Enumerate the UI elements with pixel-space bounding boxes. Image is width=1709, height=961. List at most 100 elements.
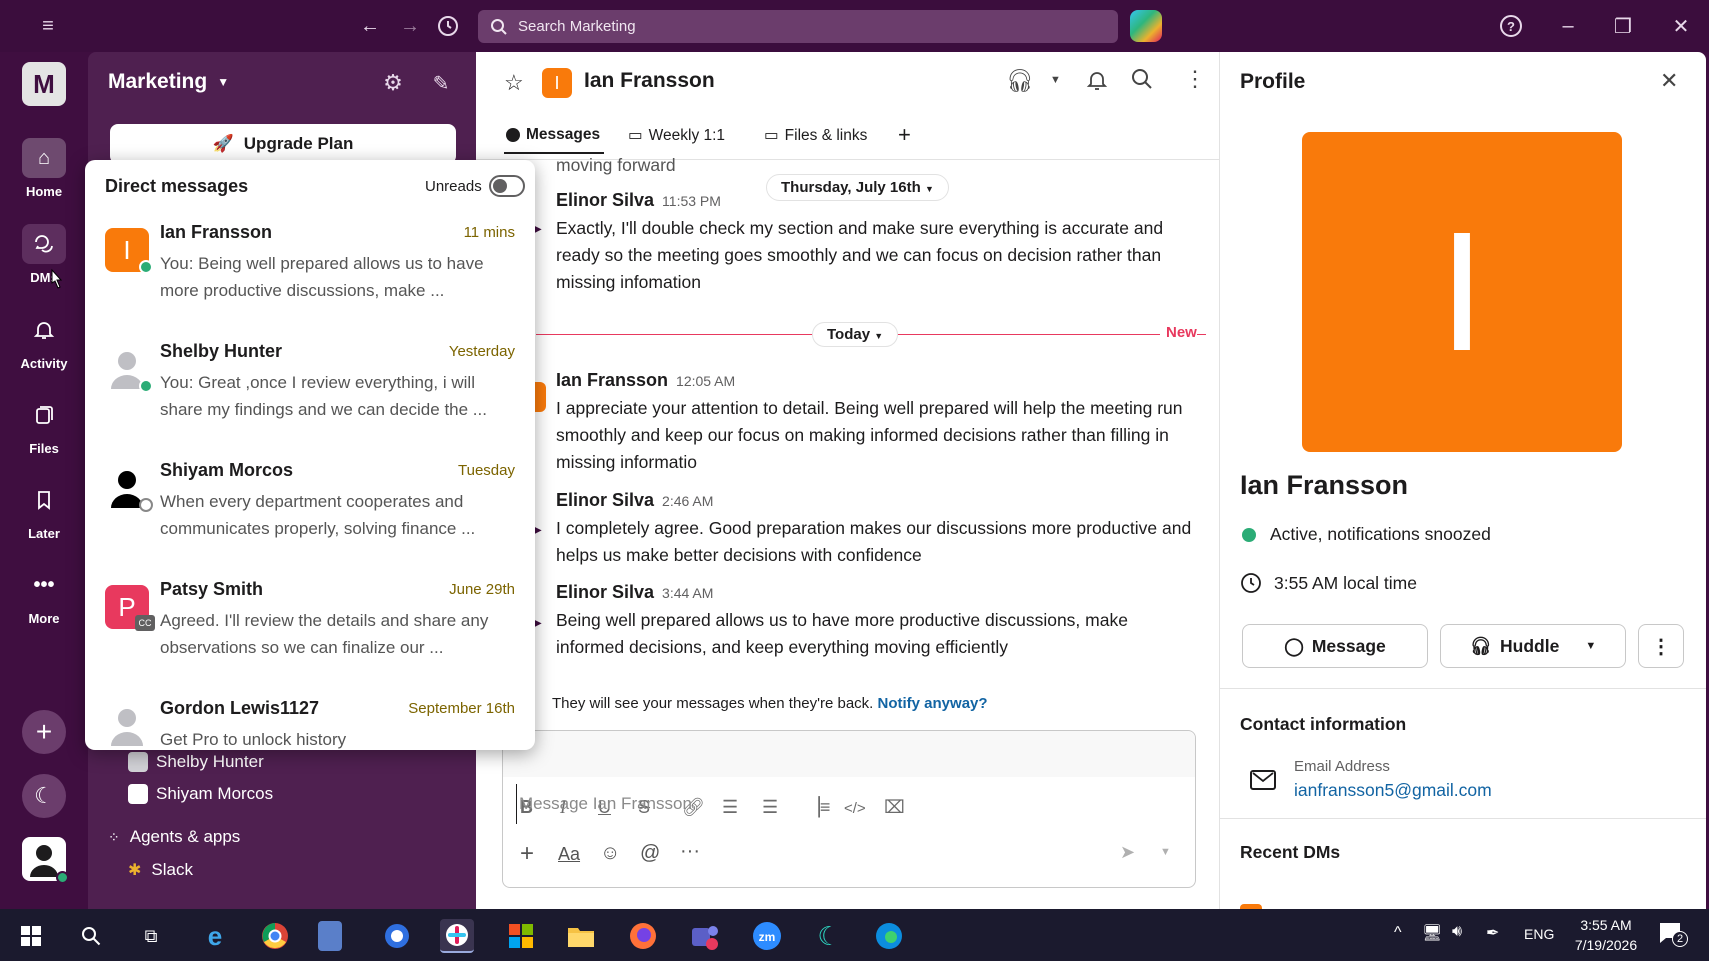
notification-center-icon[interactable]: 2 <box>1658 921 1688 947</box>
workspace-icon[interactable]: M <box>22 62 66 106</box>
dm-list-item[interactable]: I Ian Fransson 11 mins You: Being well p… <box>85 214 535 332</box>
app-icon[interactable]: ☾ <box>812 919 846 953</box>
notification-bell-icon[interactable] <box>1086 68 1108 97</box>
tab-weekly-1on1[interactable]: ▭ Weekly 1:1 <box>628 126 725 145</box>
dm-list-item[interactable]: P CC Patsy Smith June 29th Agreed. I'll … <box>85 571 535 689</box>
search-input[interactable]: Search Marketing <box>478 10 1118 43</box>
tray-chevron-up-icon[interactable]: ^ <box>1394 924 1402 942</box>
dm-list-item[interactable]: Gordon Lewis1127 September 16th Get Pro … <box>85 690 535 750</box>
edge-icon[interactable] <box>872 919 906 953</box>
rail-files[interactable]: Files <box>0 395 88 456</box>
text-format-icon[interactable]: Aa <box>558 844 580 865</box>
kebab-menu-icon[interactable]: ⋮ <box>1184 66 1206 92</box>
clock-icon <box>1241 573 1261 593</box>
task-view-icon[interactable]: ⧉ <box>134 919 168 953</box>
chevron-down-icon[interactable]: ▼ <box>1050 74 1061 86</box>
rail-dms[interactable]: DMs <box>0 224 88 285</box>
file-explorer-icon[interactable] <box>564 919 598 953</box>
notepad-icon[interactable] <box>318 921 342 951</box>
profile-status: Active, notifications snoozed <box>1242 524 1491 545</box>
close-window-icon[interactable]: ✕ <box>1667 12 1695 40</box>
rail-later[interactable]: Later <box>0 480 88 541</box>
user-avatar[interactable] <box>22 837 69 884</box>
mention-icon[interactable]: @ <box>640 842 660 865</box>
emoji-icon[interactable]: ☺ <box>600 842 620 865</box>
internet-explorer-icon[interactable]: e <box>198 919 232 953</box>
status-active-icon <box>1242 527 1256 542</box>
popover-title: Direct messages <box>105 176 249 196</box>
home-icon: ⌂ <box>22 138 66 178</box>
minimize-icon[interactable]: – <box>1554 12 1582 40</box>
add-workspace-icon[interactable]: + <box>22 710 66 754</box>
headphones-icon[interactable]: 🎧︎ <box>1006 68 1034 94</box>
clock[interactable]: 3:55 AM 7/19/2026 <box>1568 915 1644 955</box>
restore-icon[interactable]: ❐ <box>1609 12 1637 40</box>
pen-icon[interactable]: ✒ <box>1486 923 1499 943</box>
moon-icon[interactable]: ☾ <box>22 774 66 818</box>
chrome-icon[interactable] <box>258 919 292 953</box>
zoom-icon[interactable]: zm <box>750 919 784 953</box>
email-link[interactable]: ianfransson5@gmail.com <box>1294 780 1492 801</box>
browser-icon[interactable] <box>380 919 414 953</box>
ai-assistant-icon[interactable] <box>1130 10 1162 42</box>
rail-home[interactable]: ⌂ Home <box>0 138 88 199</box>
chevron-down-icon[interactable]: ▼ <box>1160 846 1171 858</box>
sidebar-dm-shelby[interactable]: Shelby Hunter <box>128 752 264 772</box>
slack-logo-icon: ✱ <box>128 862 142 879</box>
menu-icon[interactable]: ≡ <box>34 14 62 38</box>
firefox-icon[interactable] <box>626 919 660 953</box>
forward-arrow-icon[interactable]: → <box>396 12 424 40</box>
messages-icon <box>506 128 520 142</box>
chevron-down-icon: ▼ <box>874 331 884 341</box>
unreads-toggle[interactable] <box>489 175 525 197</box>
volume-icon[interactable]: 🔊︎ <box>1452 923 1462 941</box>
back-arrow-icon[interactable]: ← <box>356 12 384 40</box>
channel-title[interactable]: Ian Fransson <box>584 69 715 93</box>
windows-start-icon[interactable] <box>14 919 48 953</box>
search-icon[interactable] <box>74 919 108 953</box>
more-actions-icon[interactable]: ··· <box>680 840 700 863</box>
huddle-button[interactable]: 🎧︎ Huddle ▼ <box>1440 624 1626 668</box>
upgrade-plan-button[interactable]: 🚀 Upgrade Plan <box>110 124 456 164</box>
network-icon[interactable]: 🖥︎ <box>1422 923 1442 943</box>
settings-gear-icon[interactable]: ⚙ <box>380 70 406 96</box>
workspace-name-button[interactable]: Marketing ▼ <box>108 70 229 94</box>
sidebar-dm-shiyam[interactable]: Shiyam Morcos <box>128 784 273 804</box>
tab-messages[interactable]: Messages <box>506 126 600 144</box>
close-icon[interactable]: ✕ <box>1660 68 1678 94</box>
office-apps-icon[interactable] <box>504 919 538 953</box>
windows-taskbar: ⧉ e zm ☾ ^ 🖥︎ 🔊︎ ✒ ENG 3:55 AM 7/19/2026… <box>0 909 1709 961</box>
message-input[interactable]: Message Ian Fransson <box>516 784 1136 824</box>
dm-list-item[interactable]: Shelby Hunter Yesterday You: Great ,once… <box>85 333 535 451</box>
tab-files-links[interactable]: ▭ Files & links <box>764 126 867 145</box>
teams-icon[interactable] <box>688 919 722 953</box>
history-icon[interactable] <box>434 12 462 40</box>
slack-taskbar-icon[interactable] <box>440 919 474 953</box>
title-bar: ≡ ← → Search Marketing ? – ❐ ✕ <box>0 0 1709 52</box>
plus-attach-icon[interactable]: + <box>520 840 534 868</box>
profile-avatar[interactable]: I <box>1302 132 1622 452</box>
compose-icon[interactable]: ✎ <box>428 70 454 96</box>
message-button[interactable]: ◯ Message <box>1242 624 1428 668</box>
send-icon[interactable]: ➤ <box>1120 842 1135 863</box>
today-divider[interactable]: Today ▼ <box>812 322 899 347</box>
profile-name: Ian Fransson <box>1240 470 1409 500</box>
chevron-down-icon: ▼ <box>1585 640 1597 652</box>
workspace-rail: M ⌂ Home DMs Activity Files Later ••• Mo… <box>0 52 88 909</box>
rail-activity[interactable]: Activity <box>0 310 88 371</box>
search-icon[interactable] <box>1131 68 1153 95</box>
notify-anyway-link[interactable]: Notify anyway? <box>878 695 988 712</box>
unreads-label: Unreads <box>425 178 482 195</box>
sidebar-slack-app[interactable]: ✱ Slack <box>128 860 193 880</box>
partial-message: moving forward <box>556 155 676 175</box>
status-dot <box>139 379 153 393</box>
sidebar-agents-apps[interactable]: ⁘ Agents & apps <box>108 827 240 847</box>
headphones-icon: 🎧︎ <box>1469 635 1492 656</box>
rail-more[interactable]: ••• More <box>0 565 88 627</box>
dm-list-item[interactable]: Shiyam Morcos Tuesday When every departm… <box>85 452 535 570</box>
star-icon[interactable]: ☆ <box>504 70 524 96</box>
language-indicator[interactable]: ENG <box>1524 926 1554 942</box>
more-options-button[interactable]: ⋮ <box>1638 624 1684 668</box>
add-tab-icon[interactable]: + <box>898 122 911 148</box>
help-icon[interactable]: ? <box>1497 12 1525 40</box>
